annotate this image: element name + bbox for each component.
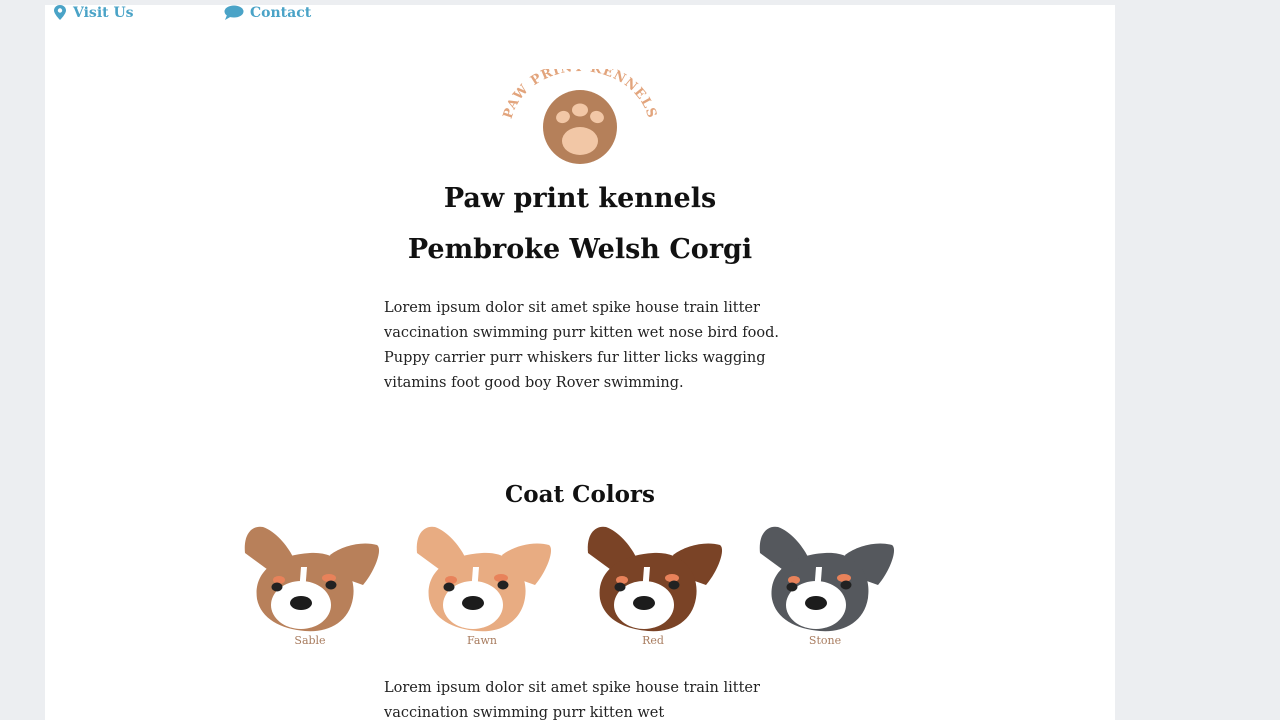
top-nav: Visit Us Contact: [45, 5, 1115, 27]
intro-paragraph: Lorem ipsum dolor sit amet spike house t…: [384, 300, 779, 391]
page: Visit Us Contact PAW PRINT KENNELS: [45, 5, 1115, 720]
coat-color-label: Stone: [808, 634, 842, 647]
coat-color-item[interactable]: Red: [578, 523, 728, 647]
coat-color-item[interactable]: Sable: [235, 523, 385, 647]
corgi-face-icon: [587, 526, 723, 632]
corgi-face-icon: [416, 526, 552, 632]
coat-color-item[interactable]: Stone: [750, 523, 900, 647]
corgi-face-icon: [759, 526, 895, 632]
corgi-face-icon: [244, 526, 380, 632]
second-paragraph: Lorem ipsum dolor sit amet spike house t…: [384, 680, 760, 720]
coat-color-label: Fawn: [467, 634, 497, 647]
coat-colors-title: Coat Colors: [505, 481, 655, 508]
coat-color-label: Red: [642, 634, 664, 647]
chat-bubble-icon: [224, 5, 244, 21]
breed-title: Pembroke Welsh Corgi: [407, 234, 753, 265]
visit-us-link[interactable]: Visit Us: [53, 5, 134, 21]
visit-us-label: Visit Us: [73, 5, 134, 21]
contact-label: Contact: [250, 5, 312, 21]
coat-color-item[interactable]: Fawn: [407, 523, 557, 647]
contact-link[interactable]: Contact: [224, 5, 311, 21]
site-title: Paw print kennels: [443, 183, 717, 214]
location-pin-icon: [53, 5, 67, 21]
kennel-logo[interactable]: PAW PRINT KENNELS: [500, 60, 660, 169]
coat-color-label: Sable: [294, 634, 326, 647]
